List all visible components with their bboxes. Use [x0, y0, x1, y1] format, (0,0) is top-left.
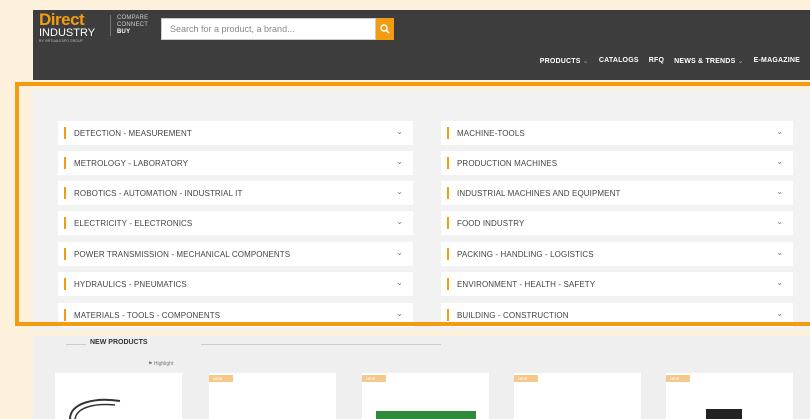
main-nav: PRODUCTS ⌄ CATALOGS RFQ NEWS & TRENDS ⌄ E-MA… [540, 57, 800, 71]
product-card[interactable]: NEW [209, 373, 336, 419]
nav-item-rfq[interactable]: RFQ [649, 57, 664, 71]
tagline-buy: BUY [117, 29, 131, 35]
product-card[interactable] [55, 373, 182, 419]
product-image [69, 398, 121, 419]
new-badge: NEW [362, 375, 386, 382]
site-header: Direct INDUSTRY BY VIRTUALEXPO GROUP COM… [33, 10, 810, 80]
tagline-connect: CONNECT [117, 22, 149, 28]
nav-item-label: PRODUCTS [539, 58, 581, 65]
divider [201, 344, 441, 345]
nav-item-catalogs[interactable]: CATALOGS [599, 57, 639, 71]
nav-item-e-magazine[interactable]: E-MAGAZINE [754, 57, 800, 71]
logo-industry-text: INDUSTRY [39, 27, 96, 39]
nav-item-news-trends[interactable]: NEWS & TRENDS ⌄ [674, 57, 744, 71]
tagline: COMPARE CONNECT BUY [110, 15, 152, 36]
logo-group-text: BY VIRTUALEXPO GROUP [39, 39, 83, 43]
new-badge: NEW [514, 375, 538, 382]
nav-item-label: E-MAGAZINE [753, 57, 800, 64]
logo-direct-text: Direct [39, 10, 85, 29]
new-products-title: NEW PRODUCTS [90, 339, 148, 346]
divider [66, 344, 86, 345]
search-icon [380, 24, 390, 34]
product-card[interactable]: NEW [362, 373, 489, 419]
product-image [706, 409, 742, 419]
nav-item-label: NEWS & TRENDS [674, 58, 736, 65]
highlight-label[interactable]: ⚑ Highlight [148, 361, 173, 367]
new-products-section: NEW PRODUCTS ⚑ Highlight NEW NEW NEW NEW [33, 336, 810, 419]
nav-item-label: RFQ [648, 57, 665, 64]
highlight-frame [15, 82, 810, 326]
search-button[interactable] [376, 18, 394, 40]
nav-item-products[interactable]: PRODUCTS ⌄ [540, 57, 589, 71]
directindustry-logo[interactable]: Direct INDUSTRY BY VIRTUALEXPO GROUP [39, 10, 109, 43]
tagline-compare: COMPARE [117, 15, 149, 21]
new-badge: NEW [209, 375, 233, 382]
product-card[interactable]: NEW [514, 373, 641, 419]
search-input[interactable]: Search for a product, a brand... [161, 18, 376, 40]
product-image [376, 411, 476, 419]
product-card[interactable]: NEW [666, 373, 793, 419]
chevron-down-icon: ⌄ [735, 58, 744, 65]
new-badge: NEW [666, 375, 690, 382]
highlight-label-text: Highlight [153, 361, 174, 367]
nav-item-label: CATALOGS [598, 57, 639, 64]
chevron-down-icon: ⌄ [580, 58, 589, 65]
